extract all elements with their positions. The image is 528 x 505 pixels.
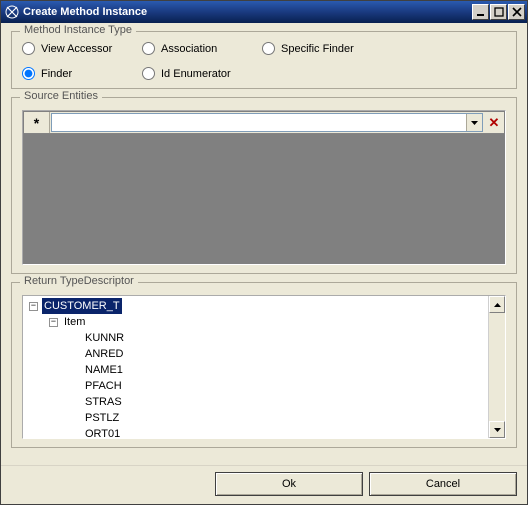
titlebar[interactable]: Create Method Instance (1, 1, 527, 23)
return-type-tree-container: − CUSTOMER_T − Item KUNNR ANRED (22, 295, 506, 439)
tree-label-field[interactable]: KUNNR (83, 330, 126, 346)
radio-view-accessor-input[interactable] (22, 42, 35, 55)
scroll-track[interactable] (489, 313, 505, 421)
source-entities-legend: Source Entities (20, 90, 102, 102)
scroll-up-button[interactable] (489, 296, 505, 313)
tree-label-field[interactable]: PFACH (83, 378, 124, 394)
tree-node-field[interactable]: NAME1 (25, 362, 486, 378)
minimize-button[interactable] (472, 4, 489, 20)
radio-view-accessor[interactable]: View Accessor (22, 42, 142, 55)
tree-node-item[interactable]: − Item (25, 314, 486, 330)
method-instance-type-group: Method Instance Type View Accessor Assoc… (11, 31, 517, 89)
return-typedescriptor-group: Return TypeDescriptor − CUSTOMER_T − Ite… (11, 282, 517, 448)
source-entity-combo[interactable] (51, 113, 483, 132)
radio-label: Specific Finder (281, 43, 354, 55)
source-entities-new-row: * ✕ (24, 112, 504, 134)
tree-node-field[interactable]: KUNNR (25, 330, 486, 346)
chevron-down-icon (471, 121, 478, 125)
delete-row-button[interactable]: ✕ (484, 112, 504, 133)
tree-scrollbar[interactable] (488, 296, 505, 438)
close-button[interactable] (508, 4, 525, 20)
tree-node-field[interactable]: ANRED (25, 346, 486, 362)
ok-button[interactable]: Ok (215, 472, 363, 496)
tree-label-item[interactable]: Item (62, 314, 87, 330)
radio-label: Finder (41, 68, 72, 80)
tree-label-root[interactable]: CUSTOMER_T (42, 298, 122, 314)
radio-label: Id Enumerator (161, 68, 231, 80)
dialog-button-row: Ok Cancel (1, 465, 527, 504)
radio-id-enumerator[interactable]: Id Enumerator (142, 67, 262, 80)
tree-node-field[interactable]: PSTLZ (25, 410, 486, 426)
tree-label-field[interactable]: PSTLZ (83, 410, 121, 426)
radio-finder[interactable]: Finder (22, 67, 142, 80)
tree-label-field[interactable]: ANRED (83, 346, 126, 362)
tree-node-field[interactable]: PFACH (25, 378, 486, 394)
tree-label-field[interactable]: STRAS (83, 394, 124, 410)
source-entities-group: Source Entities * ✕ (11, 97, 517, 274)
radio-label: View Accessor (41, 43, 112, 55)
delete-icon: ✕ (489, 115, 500, 131)
radio-specific-finder-input[interactable] (262, 42, 275, 55)
tree-node-field[interactable]: ORT01 (25, 426, 486, 438)
app-icon (5, 5, 19, 19)
dialog-content: Method Instance Type View Accessor Assoc… (1, 23, 527, 465)
tree-label-field[interactable]: ORT01 (83, 426, 122, 438)
maximize-button[interactable] (490, 4, 507, 20)
dialog-window: Create Method Instance Method Instance T… (0, 0, 528, 505)
combo-dropdown-button[interactable] (466, 114, 482, 131)
source-entities-grid: * ✕ (22, 110, 506, 265)
radio-id-enumerator-input[interactable] (142, 67, 155, 80)
radio-association[interactable]: Association (142, 42, 262, 55)
tree-label-field[interactable]: NAME1 (83, 362, 125, 378)
return-type-tree[interactable]: − CUSTOMER_T − Item KUNNR ANRED (23, 296, 488, 438)
radio-specific-finder[interactable]: Specific Finder (262, 42, 412, 55)
radio-association-input[interactable] (142, 42, 155, 55)
tree-expander[interactable]: − (29, 302, 38, 311)
new-row-marker: * (24, 112, 50, 133)
method-instance-type-legend: Method Instance Type (20, 24, 136, 36)
tree-node-root[interactable]: − CUSTOMER_T (25, 298, 486, 314)
chevron-up-icon (494, 303, 501, 307)
tree-expander[interactable]: − (49, 318, 58, 327)
source-entity-input[interactable] (52, 114, 466, 131)
radio-label: Association (161, 43, 217, 55)
cancel-button[interactable]: Cancel (369, 472, 517, 496)
radio-finder-input[interactable] (22, 67, 35, 80)
return-typedescriptor-legend: Return TypeDescriptor (20, 275, 138, 287)
window-title: Create Method Instance (23, 6, 471, 18)
titlebar-buttons (471, 4, 527, 20)
chevron-down-icon (494, 428, 501, 432)
scroll-down-button[interactable] (489, 421, 505, 438)
tree-node-field[interactable]: STRAS (25, 394, 486, 410)
